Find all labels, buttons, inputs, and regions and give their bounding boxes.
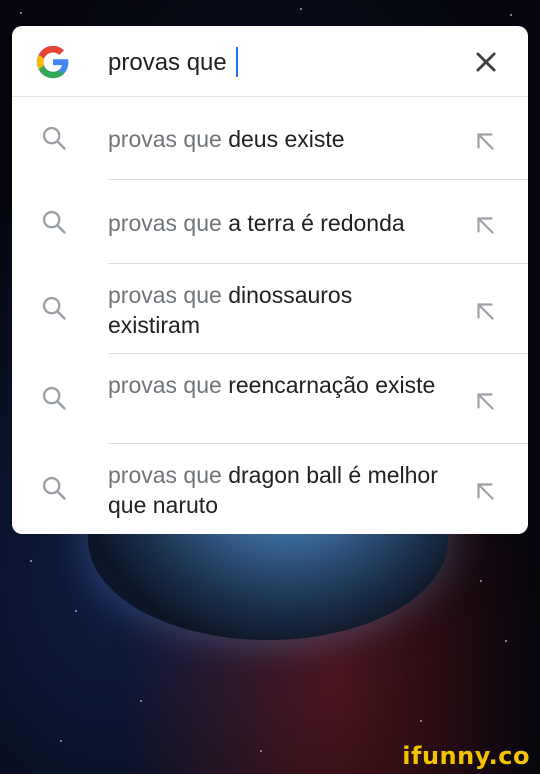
suggestion-prefix: provas que xyxy=(108,210,222,236)
suggestion-text: provas que dragon ball é melhor que naru… xyxy=(108,460,448,520)
suggestion-item[interactable]: provas que dragon ball é melhor que naru… xyxy=(12,444,528,534)
suggestion-completion: reencarnação existe xyxy=(228,372,436,398)
fill-query-arrow-icon[interactable] xyxy=(472,298,498,324)
search-suggestions-card: provas que provas que deus existe provas… xyxy=(12,26,528,534)
search-icon xyxy=(42,296,66,320)
suggestion-text: provas que deus existe xyxy=(108,124,448,154)
search-icon xyxy=(42,386,66,410)
suggestion-text: provas que reencarnação existe xyxy=(108,370,448,400)
fill-query-arrow-icon[interactable] xyxy=(472,212,498,238)
google-g-icon xyxy=(36,45,69,79)
suggestion-prefix: provas que xyxy=(108,372,222,398)
ifunny-watermark: ifunny.co xyxy=(402,742,530,770)
search-bar[interactable]: provas que xyxy=(12,26,528,97)
suggestion-item[interactable]: provas que dinossauros existiram xyxy=(12,264,528,354)
search-icon xyxy=(42,476,66,500)
suggestion-item[interactable]: provas que reencarnação existe xyxy=(12,354,528,444)
suggestion-completion: deus existe xyxy=(228,126,345,152)
search-query-text[interactable]: provas que xyxy=(108,49,227,77)
suggestion-prefix: provas que xyxy=(108,282,222,308)
suggestion-completion: a terra é redonda xyxy=(228,210,405,236)
suggestion-item[interactable]: provas que a terra é redonda xyxy=(12,180,528,264)
fill-query-arrow-icon[interactable] xyxy=(472,128,498,154)
search-icon xyxy=(42,210,66,234)
suggestion-item[interactable]: provas que deus existe xyxy=(12,96,528,180)
suggestion-prefix: provas que xyxy=(108,126,222,152)
suggestion-text: provas que dinossauros existiram xyxy=(108,280,448,340)
close-icon[interactable] xyxy=(472,48,500,76)
fill-query-arrow-icon[interactable] xyxy=(472,478,498,504)
search-icon xyxy=(42,126,66,150)
text-cursor xyxy=(236,47,238,77)
fill-query-arrow-icon[interactable] xyxy=(472,388,498,414)
suggestion-prefix: provas que xyxy=(108,462,222,488)
suggestion-text: provas que a terra é redonda xyxy=(108,208,448,238)
